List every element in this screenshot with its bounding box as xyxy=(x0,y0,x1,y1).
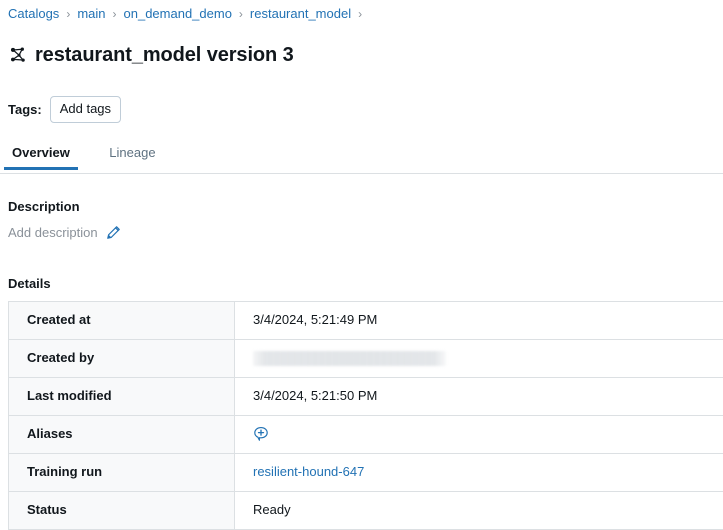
breadcrumb-separator-icon: › xyxy=(358,5,362,23)
table-row: Aliases xyxy=(9,415,723,453)
breadcrumb-separator-icon: › xyxy=(66,5,70,23)
breadcrumb-item-restaurant-model[interactable]: restaurant_model xyxy=(250,5,351,23)
add-description-text[interactable]: Add description xyxy=(8,224,98,242)
tab-lineage[interactable]: Lineage xyxy=(105,144,159,170)
description-row: Add description xyxy=(0,224,723,242)
breadcrumb-separator-icon: › xyxy=(113,5,117,23)
row-label-training-run: Training run xyxy=(9,453,235,491)
tags-label: Tags: xyxy=(8,102,42,117)
row-label-status: Status xyxy=(9,491,235,529)
tab-bar: Overview Lineage xyxy=(0,144,723,174)
row-value-last-modified: 3/4/2024, 5:21:50 PM xyxy=(235,377,723,415)
table-row: Status Ready xyxy=(9,491,723,529)
row-value-created-at: 3/4/2024, 5:21:49 PM xyxy=(235,301,723,339)
row-value-aliases xyxy=(235,415,723,453)
breadcrumb-separator-icon: › xyxy=(239,5,243,23)
breadcrumb-item-on-demand-demo[interactable]: on_demand_demo xyxy=(124,5,232,23)
tags-row: Tags: Add tags xyxy=(0,82,723,123)
breadcrumb-item-main[interactable]: main xyxy=(77,5,105,23)
row-value-status: Ready xyxy=(235,491,723,529)
page-title-row: restaurant_model version 3 xyxy=(0,23,723,82)
table-row: Last modified 3/4/2024, 5:21:50 PM xyxy=(9,377,723,415)
description-heading: Description xyxy=(0,199,723,214)
row-label-created-by: Created by xyxy=(9,339,235,377)
pencil-icon[interactable] xyxy=(106,225,121,240)
row-label-last-modified: Last modified xyxy=(9,377,235,415)
row-label-aliases: Aliases xyxy=(9,415,235,453)
table-row: Created at 3/4/2024, 5:21:49 PM xyxy=(9,301,723,339)
row-value-training-run: resilient-hound-647 xyxy=(235,453,723,491)
row-label-created-at: Created at xyxy=(9,301,235,339)
breadcrumb-item-catalogs[interactable]: Catalogs xyxy=(8,5,59,23)
page-title: restaurant_model version 3 xyxy=(35,42,294,68)
model-version-page: Catalogs › main › on_demand_demo › resta… xyxy=(0,0,723,501)
table-row: Training run resilient-hound-647 xyxy=(9,453,723,491)
breadcrumb: Catalogs › main › on_demand_demo › resta… xyxy=(0,0,723,23)
table-row: Created by xyxy=(9,339,723,377)
training-run-link[interactable]: resilient-hound-647 xyxy=(253,464,364,479)
details-table: Created at 3/4/2024, 5:21:49 PM Created … xyxy=(8,301,723,530)
model-graph-icon xyxy=(8,45,28,65)
row-value-created-by xyxy=(235,339,723,377)
details-heading: Details xyxy=(0,276,723,291)
add-alias-icon[interactable] xyxy=(253,426,269,442)
tab-overview[interactable]: Overview xyxy=(8,144,74,170)
add-tags-button[interactable]: Add tags xyxy=(50,96,121,123)
redacted-value xyxy=(253,351,446,366)
